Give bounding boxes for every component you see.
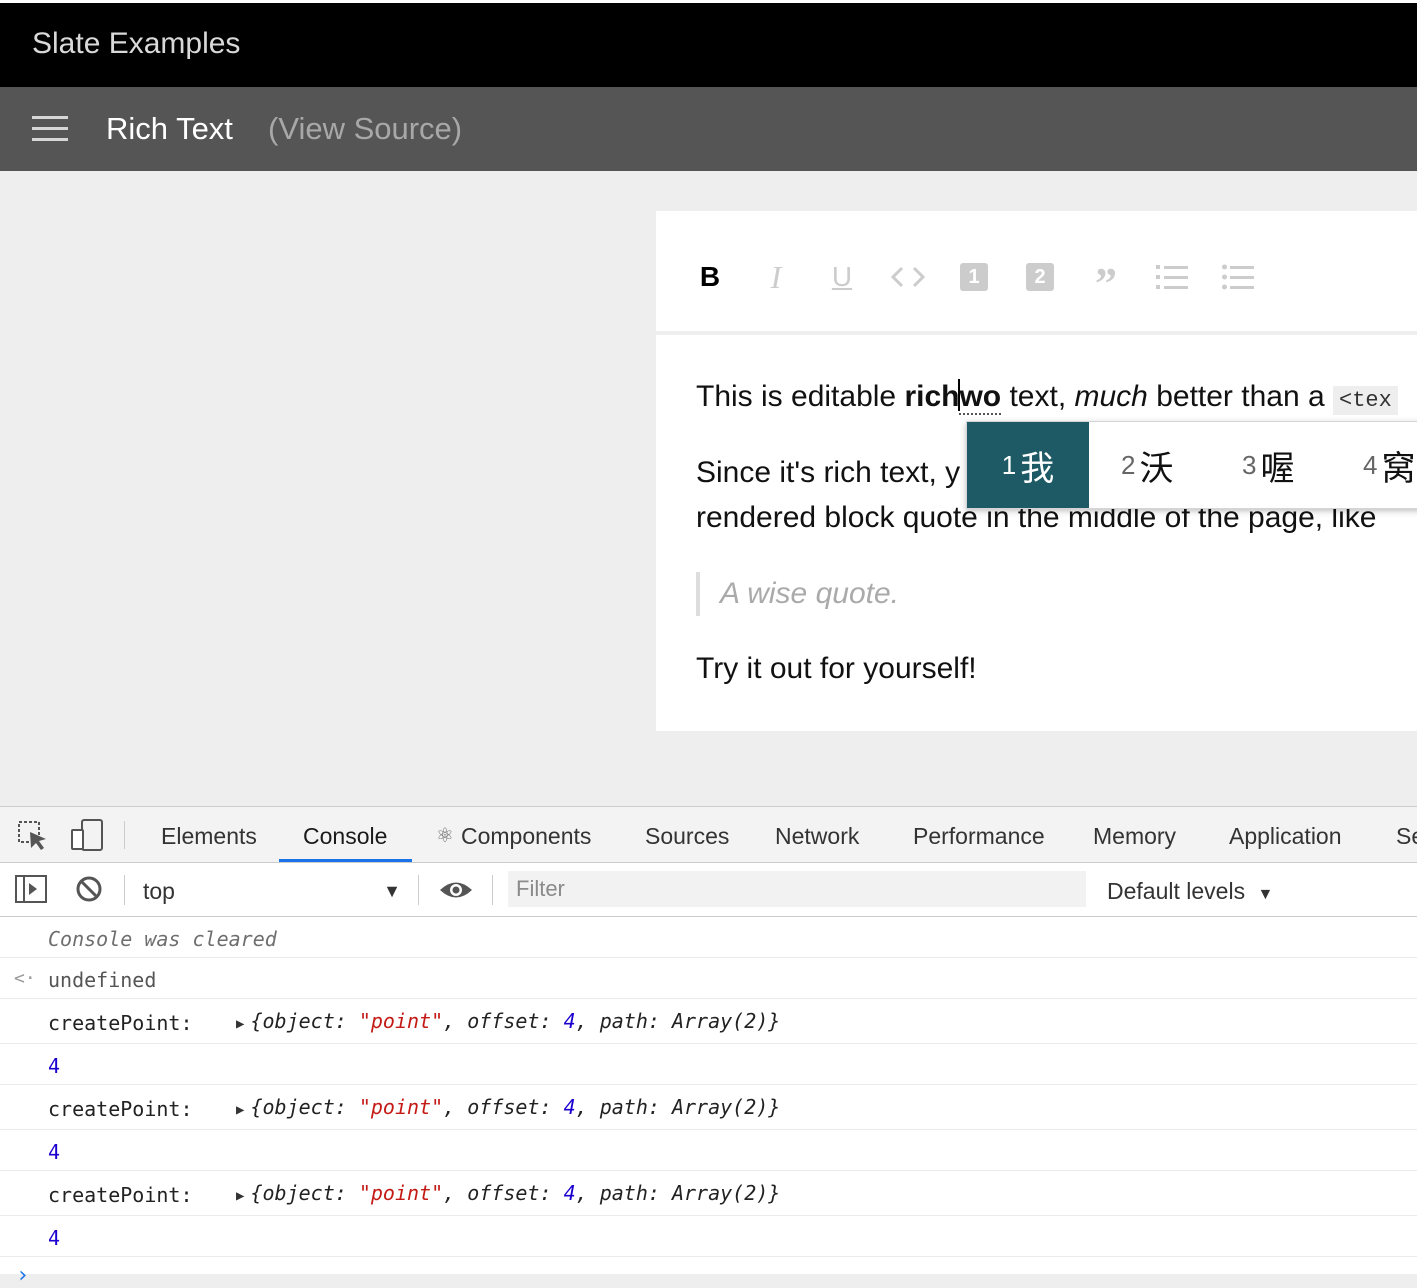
underline-button[interactable]: U [820, 255, 864, 299]
log-levels-label: Default levels [1107, 878, 1246, 904]
paragraph-3: Try it out for yourself! [696, 652, 977, 685]
tab-sources[interactable]: Sources [645, 807, 729, 862]
ime-candidate[interactable]: 2沃 [1121, 422, 1173, 508]
devtools-panel: Elements Console ⚛ Components Sources Ne… [0, 806, 1417, 1288]
bold-icon: B [699, 261, 721, 292]
return-value: undefined [48, 968, 157, 992]
bold-button[interactable]: B [688, 255, 732, 299]
heading-one-button[interactable]: 1 [952, 255, 996, 299]
quote-icon: ” [1095, 259, 1117, 308]
console-return: <· undefined [0, 958, 1417, 999]
bulleted-list-icon [1222, 264, 1254, 290]
separator [124, 821, 125, 849]
tab-performance[interactable]: Performance [913, 807, 1045, 862]
clear-console-icon[interactable] [75, 875, 103, 903]
show-sidebar-icon[interactable] [15, 875, 47, 903]
log-label: createPoint: [48, 1183, 193, 1207]
formatting-toolbar: B I U 1 2 ” [656, 211, 1417, 335]
console-message: Console was cleared [0, 917, 1417, 958]
expand-triangle-icon[interactable]: ▶ [236, 1188, 244, 1204]
heading-one-icon: 1 [960, 263, 988, 291]
tab-application[interactable]: Application [1229, 807, 1342, 862]
ime-composition: wo [959, 380, 1002, 415]
tab-network[interactable]: Network [775, 807, 859, 862]
prompt-chevron-icon: › [16, 1263, 30, 1288]
tab-components[interactable]: Components [461, 807, 591, 862]
log-number: 4 [48, 1140, 61, 1164]
device-toolbar-icon[interactable] [70, 819, 104, 851]
dropdown-arrow-icon: ▼ [1257, 886, 1274, 903]
text-run: text, [1001, 380, 1075, 413]
separator [124, 875, 125, 905]
context-value: top [143, 878, 175, 904]
ime-candidate[interactable]: 3喔 [1242, 422, 1294, 508]
underline-icon: U [831, 261, 853, 292]
dropdown-arrow-icon: ▼ [383, 881, 401, 901]
expandable-object[interactable]: ▶ {object: "point", offset: 4, path: Arra… [236, 1009, 780, 1033]
console-log-row: createPoint: ▶ {object: "point", offset: … [0, 999, 1417, 1044]
italic-icon: I [770, 258, 782, 295]
context-selector[interactable]: top ▼ [143, 863, 405, 916]
expand-triangle-icon[interactable]: ▶ [236, 1102, 244, 1118]
console-toolbar: top ▼ Default levels ▼ [0, 863, 1417, 917]
view-source-link[interactable]: (View Source) [268, 111, 462, 147]
italic-text: much [1074, 380, 1148, 413]
text-run: This is editable [696, 380, 905, 413]
console-log-row: 4 [0, 1130, 1417, 1171]
block-quote: A wise quote. [696, 572, 899, 616]
expandable-object[interactable]: ▶ {object: "point", offset: 4, path: Arra… [236, 1181, 780, 1205]
paragraph-1: This is editable richwo text, much bette… [696, 375, 1398, 423]
devtools-tab-bar: Elements Console ⚛ Components Sources Ne… [0, 807, 1417, 863]
live-expression-eye-icon[interactable] [438, 879, 474, 901]
separator [492, 875, 493, 905]
console-log-row: 4 [0, 1044, 1417, 1085]
tab-elements[interactable]: Elements [161, 807, 257, 862]
react-icon: ⚛ [436, 825, 454, 847]
example-header: Rich Text (View Source) [0, 87, 1417, 171]
numbered-list-icon [1156, 265, 1188, 289]
text-run: better than a [1147, 380, 1333, 413]
code-button[interactable] [886, 255, 930, 299]
tab-memory[interactable]: Memory [1093, 807, 1176, 862]
ime-candidate[interactable]: 4窝 [1363, 422, 1415, 508]
bulleted-list-button[interactable] [1216, 255, 1260, 299]
separator [418, 875, 419, 905]
tab-console[interactable]: Console [303, 807, 387, 862]
log-number: 4 [48, 1054, 61, 1078]
numbered-list-button[interactable] [1150, 255, 1194, 299]
ime-candidate-window: 1我 2沃 3喔 4窝 [966, 421, 1417, 509]
log-label: createPoint: [48, 1097, 193, 1121]
expand-triangle-icon[interactable]: ▶ [236, 1016, 244, 1032]
log-levels-dropdown[interactable]: Default levels ▼ [1107, 863, 1273, 916]
console-log-row: createPoint: ▶ {object: "point", offset: … [0, 1085, 1417, 1130]
menu-icon[interactable] [32, 116, 68, 142]
bold-text: richwo [904, 379, 1002, 415]
console-cleared-text: Console was cleared [48, 927, 277, 951]
app-title: Slate Examples [32, 27, 241, 60]
log-label: createPoint: [48, 1011, 193, 1035]
block-quote-button[interactable]: ” [1084, 255, 1128, 306]
code-icon [891, 266, 925, 288]
inline-code: <tex [1333, 386, 1398, 415]
inspect-element-icon[interactable] [18, 821, 48, 851]
console-log-row: createPoint: ▶ {object: "point", offset: … [0, 1171, 1417, 1216]
console-log-row: 4 [0, 1216, 1417, 1257]
return-arrow-icon: <· [14, 968, 36, 989]
italic-button[interactable]: I [754, 255, 798, 299]
heading-two-icon: 2 [1026, 263, 1054, 291]
filter-input[interactable] [508, 871, 1086, 907]
paragraph-2-line-1: Since it's rich text, y [696, 456, 961, 489]
active-tab-indicator [279, 859, 412, 862]
console-prompt-row[interactable]: › [0, 1257, 1417, 1288]
log-number: 4 [48, 1226, 61, 1250]
app-header: Slate Examples [0, 3, 1417, 87]
heading-two-button[interactable]: 2 [1018, 255, 1062, 299]
tab-security-truncated[interactable]: Se [1396, 807, 1417, 862]
console-output: Console was cleared <· undefined createP… [0, 917, 1417, 1288]
example-title: Rich Text [106, 111, 233, 146]
ime-candidate[interactable]: 1我 [967, 422, 1089, 508]
expandable-object[interactable]: ▶ {object: "point", offset: 4, path: Arra… [236, 1095, 780, 1119]
